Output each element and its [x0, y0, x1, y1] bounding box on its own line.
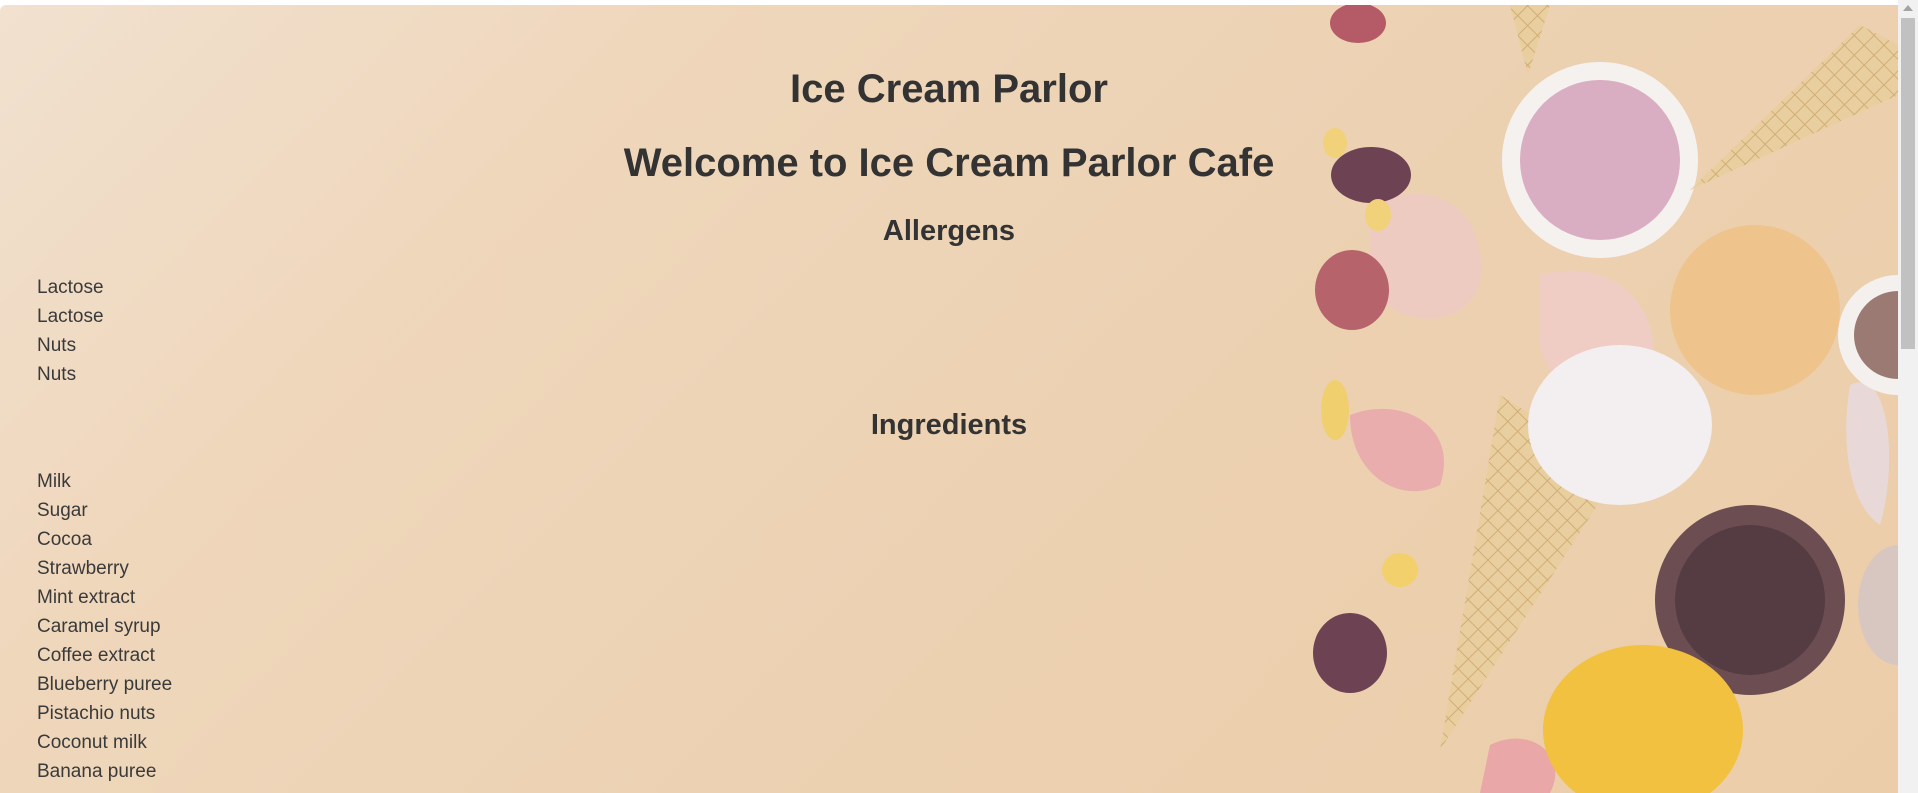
- list-item: Pistachio nuts: [37, 703, 156, 724]
- welcome-heading: Welcome to Ice Cream Parlor Cafe: [623, 141, 1275, 185]
- ingredients-heading: Ingredients: [870, 409, 1028, 441]
- list-item: Strawberry: [37, 558, 129, 579]
- vertical-scrollbar[interactable]: [1898, 0, 1918, 793]
- site-title: Ice Cream Parlor: [790, 67, 1108, 111]
- list-item: Lactose: [37, 277, 104, 298]
- scrollbar-thumb[interactable]: [1901, 18, 1915, 349]
- list-item: Coffee extract: [37, 645, 155, 666]
- list-item: Banana puree: [37, 761, 157, 782]
- ingredients-list: Milk Sugar Cocoa Strawberry Mint extract…: [37, 467, 172, 786]
- list-item: Nuts: [37, 335, 77, 356]
- list-item: Milk: [37, 471, 71, 492]
- list-item: Caramel syrup: [37, 616, 161, 637]
- allergens-heading: Allergens: [882, 215, 1016, 247]
- allergens-list: Lactose Lactose Nuts Nuts: [37, 273, 104, 389]
- page-viewport: Ice Cream Parlor Welcome to Ice Cream Pa…: [0, 5, 1898, 793]
- list-item: Lactose: [37, 306, 104, 327]
- list-item: Blueberry puree: [37, 674, 173, 695]
- list-item: Cocoa: [37, 529, 92, 550]
- scroll-up-arrow-icon[interactable]: [1903, 5, 1913, 11]
- list-item: Nuts: [37, 364, 77, 385]
- list-item: Coconut milk: [37, 732, 147, 753]
- list-item: Sugar: [37, 500, 88, 521]
- main-content: Ice Cream Parlor Welcome to Ice Cream Pa…: [0, 5, 1898, 793]
- list-item: Mint extract: [37, 587, 136, 608]
